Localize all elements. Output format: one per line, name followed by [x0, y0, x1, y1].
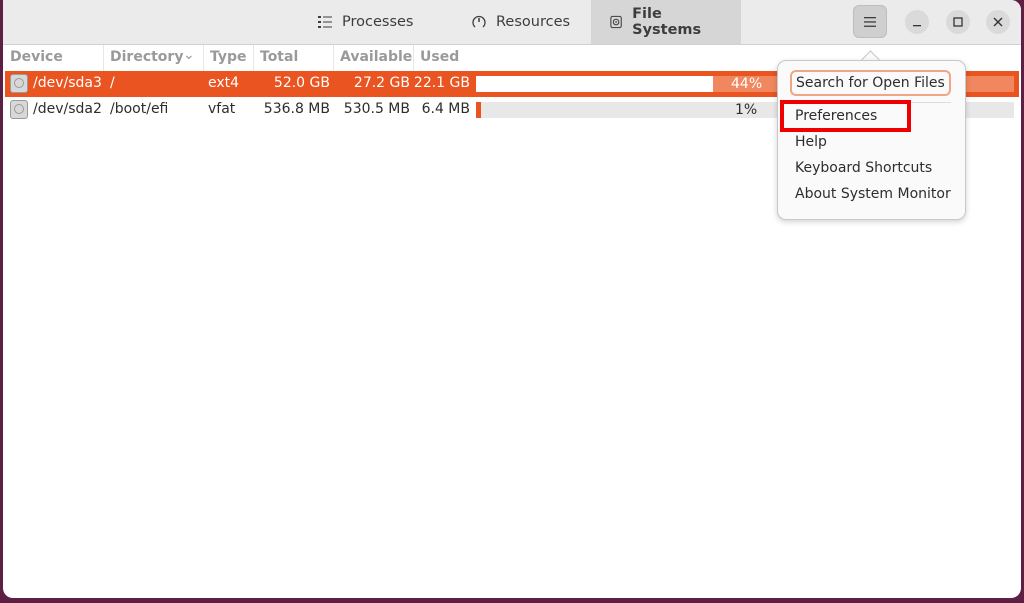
usage-bar-fill — [476, 102, 482, 118]
menu-item-keyboard-shortcuts[interactable]: Keyboard Shortcuts — [795, 160, 932, 176]
column-divider — [103, 45, 104, 71]
header-bar: Processes Resources File Systems — [3, 0, 1021, 45]
column-device[interactable]: Device — [10, 49, 63, 65]
column-divider — [413, 45, 414, 71]
cell-directory: / — [110, 75, 115, 91]
column-type[interactable]: Type — [210, 49, 247, 65]
tab-file-systems-label: File Systems — [632, 6, 702, 38]
tab-processes-label: Processes — [342, 14, 414, 30]
cell-type: ext4 — [208, 75, 240, 91]
menu-item-help[interactable]: Help — [795, 134, 827, 150]
cell-device: /dev/sda3 — [33, 75, 102, 91]
main-menu-button[interactable] — [853, 5, 887, 38]
close-button[interactable] — [986, 10, 1010, 34]
cell-device: /dev/sda2 — [33, 101, 102, 117]
cell-total: 536.8 MB — [263, 101, 330, 117]
cell-total: 52.0 GB — [273, 75, 330, 91]
column-divider — [333, 45, 334, 71]
column-total[interactable]: Total — [260, 49, 298, 65]
gauge-icon — [472, 15, 486, 28]
close-icon — [993, 17, 1003, 27]
hamburger-menu-icon — [864, 16, 876, 27]
disk-icon — [610, 15, 622, 29]
column-used[interactable]: Used — [420, 49, 459, 65]
tab-file-systems[interactable]: File Systems — [591, 0, 741, 44]
column-divider — [203, 45, 204, 71]
search-open-files-button[interactable]: Search for Open Files — [790, 70, 951, 96]
drive-icon — [10, 74, 28, 93]
main-menu-popover: Search for Open Files Preferences Help K… — [777, 60, 966, 220]
column-available[interactable]: Available — [340, 49, 412, 65]
drive-icon — [10, 100, 28, 119]
tab-resources-label: Resources — [496, 14, 571, 30]
maximize-button[interactable] — [946, 10, 970, 34]
cell-directory: /boot/efi — [110, 101, 169, 117]
column-directory[interactable]: Directory — [110, 49, 183, 65]
cell-available: 27.2 GB — [353, 75, 410, 91]
minimize-button[interactable] — [905, 10, 929, 34]
tab-resources[interactable]: Resources — [448, 0, 591, 44]
maximize-icon — [953, 17, 963, 27]
view-switcher: Processes Resources File Systems — [299, 0, 741, 44]
column-divider — [253, 45, 254, 71]
cell-used: 22.1 GB — [413, 75, 470, 91]
usage-percent-label: 1% — [735, 102, 758, 118]
cell-used: 6.4 MB — [421, 101, 470, 117]
menu-item-about[interactable]: About System Monitor — [795, 186, 951, 202]
sort-descending-icon: ⌄ — [183, 47, 195, 63]
cell-available: 530.5 MB — [343, 101, 410, 117]
minimize-icon — [913, 25, 921, 27]
menu-item-preferences[interactable]: Preferences — [795, 108, 877, 124]
usage-bar-fill — [476, 76, 713, 92]
cell-type: vfat — [208, 101, 236, 117]
menu-separator — [790, 102, 951, 103]
list-icon — [318, 16, 332, 28]
usage-percent-label: 44% — [731, 76, 763, 92]
tab-processes[interactable]: Processes — [299, 0, 448, 44]
